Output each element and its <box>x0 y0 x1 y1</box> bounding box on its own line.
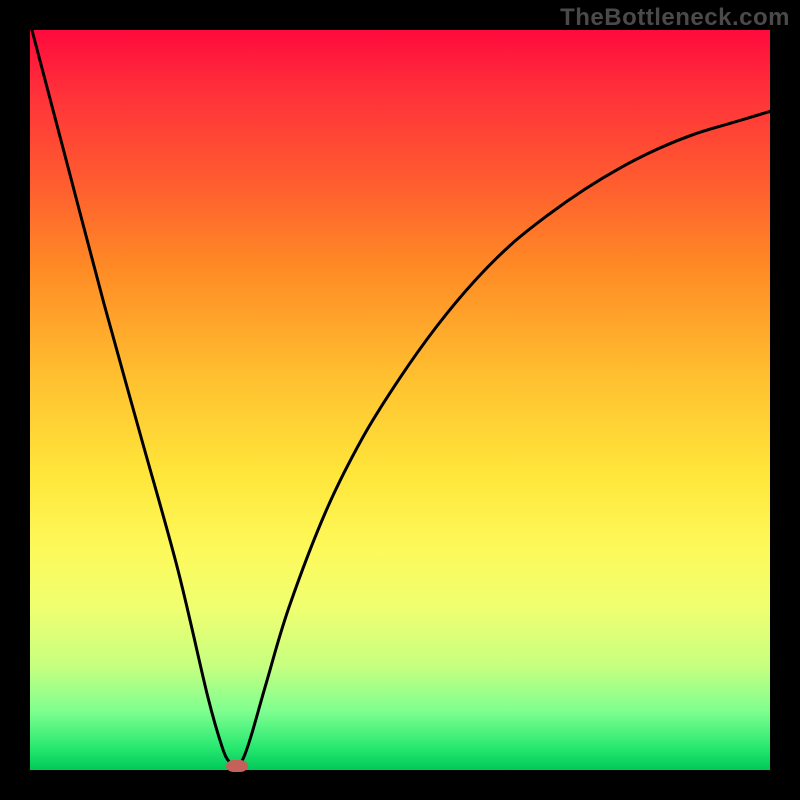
curve-left-branch <box>30 30 237 770</box>
optimum-marker <box>226 760 248 772</box>
curve-right-branch <box>237 111 770 770</box>
watermark-text: TheBottleneck.com <box>560 4 790 32</box>
chart-area <box>30 30 770 770</box>
bottleneck-curve <box>30 30 770 770</box>
